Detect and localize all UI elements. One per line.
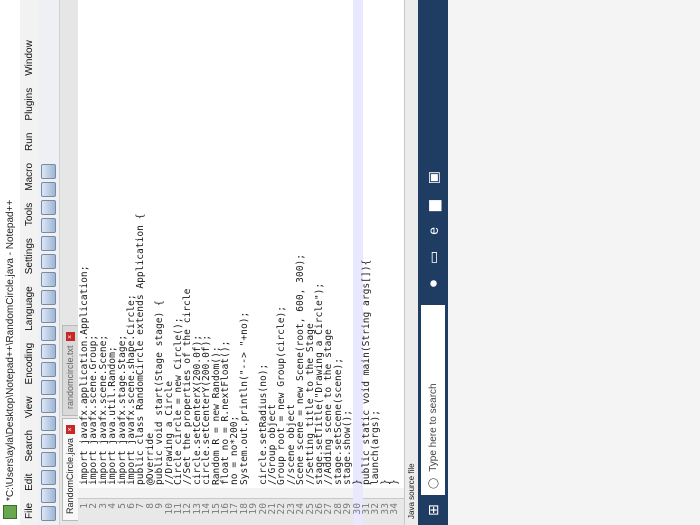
status-bar: Java source file	[404, 0, 418, 525]
menu-search[interactable]: Search	[24, 424, 35, 468]
paste-icon[interactable]	[41, 344, 56, 359]
sync-icon[interactable]	[41, 218, 56, 233]
tab-randomcircle-java[interactable]: RandomCircle.java ×	[62, 417, 78, 521]
menu-view[interactable]: View	[24, 390, 35, 424]
new-file-icon[interactable]	[41, 506, 56, 521]
task-view-icon[interactable]: ▭	[425, 251, 442, 264]
menu-window[interactable]: Window	[24, 34, 35, 82]
photo-background: *C:\Users\ayla\Desktop\Notepad++\RandomC…	[0, 0, 700, 525]
redo-icon[interactable]	[41, 308, 56, 323]
find-icon[interactable]	[41, 290, 56, 305]
menu-run[interactable]: Run	[24, 127, 35, 157]
zoom-out-icon[interactable]	[41, 236, 56, 251]
menu-language[interactable]: Language	[24, 280, 35, 337]
record-macro-icon[interactable]	[41, 164, 56, 179]
taskbar-search-box[interactable]: ◯ Type here to search	[421, 305, 445, 495]
tab-label: randomcircle.txt	[65, 345, 75, 409]
windows-start-icon[interactable]: ⊞	[418, 495, 448, 525]
screen: *C:\Users\ayla\Desktop\Notepad++\RandomC…	[0, 0, 700, 525]
tab-label: RandomCircle.java	[65, 437, 75, 514]
store-icon[interactable]: ▣	[425, 171, 442, 184]
save-all-icon[interactable]	[41, 452, 56, 467]
close-icon[interactable]	[41, 434, 56, 449]
edge-browser-icon[interactable]: e	[425, 227, 442, 235]
wrap-icon[interactable]	[41, 200, 56, 215]
undo-icon[interactable]	[41, 326, 56, 341]
close-all-icon[interactable]	[41, 416, 56, 431]
tab-randomcircle-txt[interactable]: randomcircle.txt ×	[62, 325, 78, 416]
line-number: 34	[389, 503, 401, 515]
window-title: *C:\Users\ayla\Desktop\Notepad++\RandomC…	[4, 199, 16, 501]
zoom-in-icon[interactable]	[41, 254, 56, 269]
open-folder-icon[interactable]	[41, 488, 56, 503]
menu-macro[interactable]: Macro	[24, 157, 35, 197]
notepadpp-app-icon	[3, 505, 17, 519]
menu-file[interactable]: File	[24, 497, 35, 525]
microphone-icon[interactable]: ⏺	[425, 280, 442, 287]
title-bar: *C:\Users\ayla\Desktop\Notepad++\RandomC…	[0, 0, 20, 525]
menu-bar: File Edit Search View Encoding Language Settin…	[20, 0, 38, 525]
search-placeholder: Type here to search	[427, 383, 439, 472]
print-icon[interactable]	[41, 398, 56, 413]
close-tab-icon[interactable]: ×	[66, 424, 75, 434]
save-icon[interactable]	[41, 470, 56, 485]
copy-icon[interactable]	[41, 362, 56, 377]
replace-icon[interactable]	[41, 272, 56, 287]
code-editor[interactable]: 1 import javafx.application.Application; 2…	[78, 0, 404, 525]
code-line: 34}	[389, 0, 401, 525]
menu-edit[interactable]: Edit	[24, 468, 35, 497]
close-tab-icon[interactable]: ×	[66, 332, 75, 342]
windows-taskbar: ⊞ ◯ Type here to search ⏺ ▭ e ▆ ▣	[418, 0, 448, 525]
toolbar	[38, 0, 60, 525]
menu-tools[interactable]: Tools	[24, 197, 35, 232]
file-explorer-icon[interactable]: ▆	[425, 200, 442, 211]
menu-encoding[interactable]: Encoding	[24, 337, 35, 391]
cut-icon[interactable]	[41, 380, 56, 395]
code-text: }	[389, 479, 401, 485]
search-circle-icon: ◯	[427, 477, 439, 489]
tab-bar: RandomCircle.java × randomcircle.txt ×	[60, 0, 78, 525]
indent-icon[interactable]	[41, 182, 56, 197]
menu-plugins[interactable]: Plugins	[24, 82, 35, 127]
menu-settings[interactable]: Settings	[24, 232, 35, 280]
status-file-type: Java source file	[407, 463, 416, 519]
